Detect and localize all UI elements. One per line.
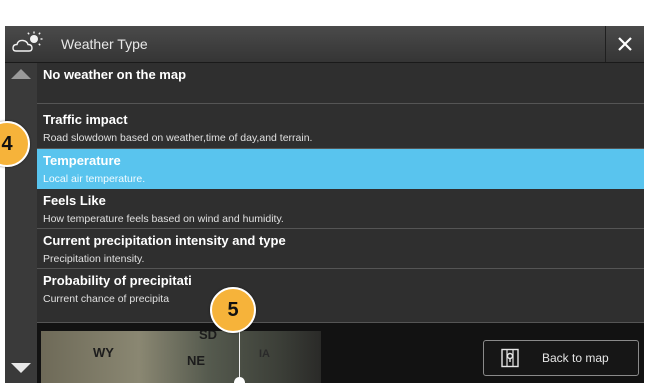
map-preview[interactable]: WY NE SD IA [41, 331, 321, 383]
scroll-up-arrow-icon[interactable] [11, 69, 31, 79]
option-temperature[interactable]: Temperature Local air temperature. [37, 149, 644, 189]
option-title: Probability of precipitati [43, 273, 192, 288]
option-probability-precipitation[interactable]: Probability of precipitati Current chanc… [37, 269, 644, 323]
map-label: SD [199, 331, 218, 342]
option-title: Traffic impact [43, 112, 128, 127]
bottom-bar: WY NE SD IA Back to map [37, 323, 644, 383]
option-subtitle: Road slowdown based on weather,time of d… [43, 132, 313, 144]
back-to-map-label: Back to map [542, 351, 609, 365]
map-label: NE [187, 353, 206, 368]
weather-type-dialog: Weather Type No weather on the map Traff… [5, 26, 644, 383]
close-icon [618, 37, 632, 51]
option-current-precipitation[interactable]: Current precipitation intensity and type… [37, 229, 644, 269]
option-title: Current precipitation intensity and type [43, 233, 286, 248]
option-title: No weather on the map [43, 67, 187, 82]
dialog-title: Weather Type [61, 36, 148, 52]
option-traffic-impact[interactable]: Traffic impact Road slowdown based on we… [37, 104, 644, 149]
scroll-down-arrow-icon[interactable] [11, 363, 31, 373]
map-position-line [239, 331, 240, 383]
close-button[interactable] [605, 26, 644, 62]
option-subtitle: Local air temperature. [43, 173, 146, 185]
dialog-header: Weather Type [5, 26, 644, 63]
option-title: Feels Like [43, 193, 106, 208]
option-feels-like[interactable]: Feels Like How temperature feels based o… [37, 189, 644, 229]
option-no-weather[interactable]: No weather on the map [37, 63, 644, 104]
scrollbar[interactable] [5, 63, 37, 383]
back-to-map-button[interactable]: Back to map [483, 340, 639, 376]
map-pin-icon [501, 348, 519, 368]
map-label: IA [259, 348, 270, 360]
option-title: Temperature [43, 153, 121, 168]
map-position-dot [234, 377, 245, 383]
option-subtitle: How temperature feels based on wind and … [43, 213, 284, 225]
cloud-sun-icon [12, 31, 43, 52]
map-label: WY [93, 345, 114, 360]
option-subtitle: Precipitation intensity. [43, 253, 145, 265]
callout-badge-5: 5 [210, 287, 256, 333]
option-subtitle: Current chance of precipita [43, 293, 170, 305]
